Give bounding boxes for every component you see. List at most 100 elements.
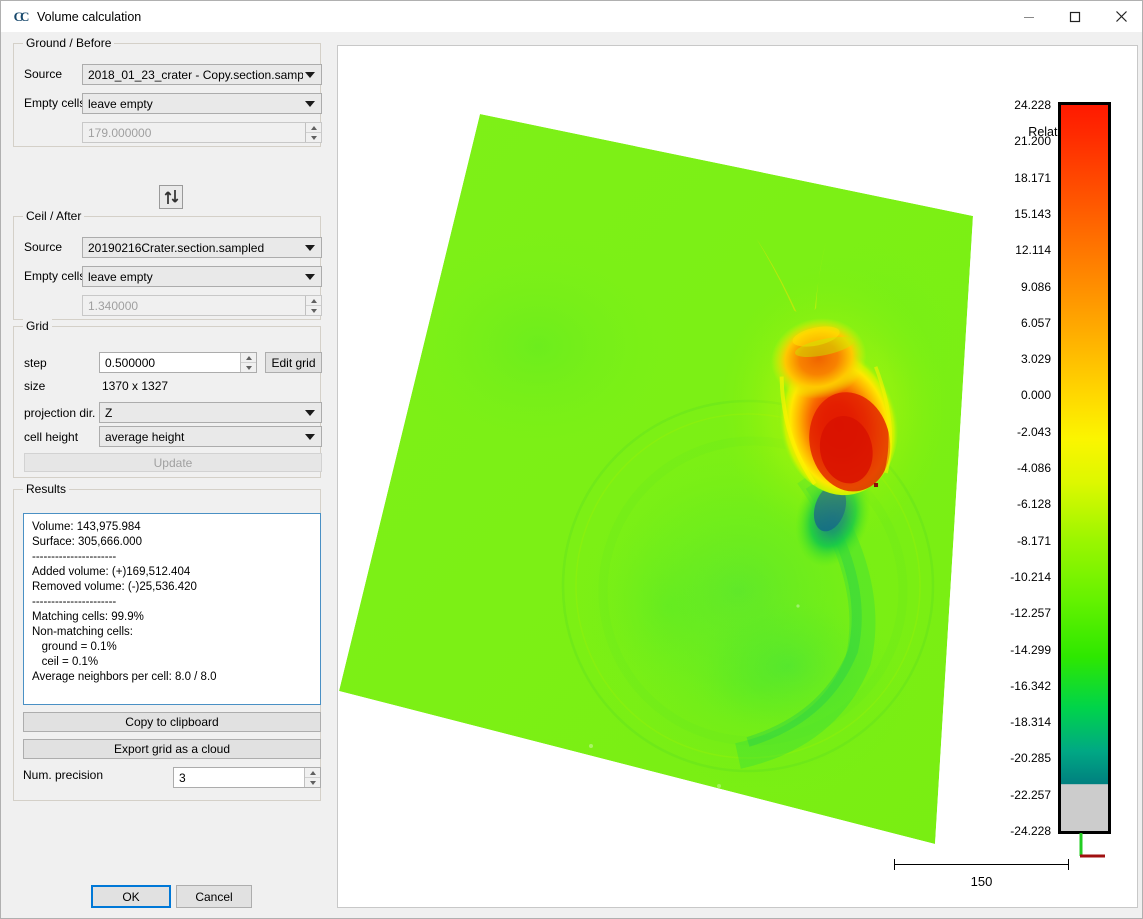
legend-tick-label: -8.171 (1016, 533, 1051, 548)
legend-tick-label: -4.086 (1016, 461, 1051, 475)
grid-cell-height-label: cell height (24, 430, 79, 444)
grid-step-label: step (24, 356, 47, 370)
spinner-down-button[interactable] (241, 363, 256, 372)
maximize-button[interactable] (1052, 1, 1098, 32)
legend-tick-label: 15.143 (1014, 206, 1051, 221)
triangle-up-icon (245, 355, 252, 360)
legend-tick-label: -12.257 (1010, 606, 1051, 621)
spinner-down-button[interactable] (306, 306, 321, 315)
edit-grid-button[interactable]: Edit grid (265, 352, 322, 373)
cloudcompare-icon: CC (13, 8, 30, 24)
grid-step-spinbox[interactable]: 0.500000 (99, 352, 257, 373)
title-bar: CC Volume calculation (1, 1, 1142, 32)
triangle-up-icon (309, 770, 316, 775)
chevron-down-icon (305, 433, 315, 440)
ground-before-title: Ground / Before (23, 36, 115, 50)
num-precision-spinbox[interactable]: 3 (173, 767, 321, 788)
grid-cell-height-value: average height (105, 429, 185, 444)
legend-tick-label: -22.257 (1010, 787, 1051, 802)
ground-before-group: Ground / Before Source 2018_01_23_crater… (13, 36, 322, 147)
legend-tick-label: 0.000 (1020, 388, 1051, 403)
ground-fill-value: 179.000000 (88, 125, 152, 140)
ceil-empty-cells-label: Empty cells (24, 269, 86, 283)
copy-to-clipboard-button[interactable]: Copy to clipboard (23, 712, 321, 732)
ground-source-combo[interactable]: 2018_01_23_crater - Copy.section.sampled (82, 64, 322, 85)
ceil-empty-cells-combo[interactable]: leave empty (82, 266, 322, 287)
swap-arrows-icon (164, 190, 178, 204)
ceil-source-combo[interactable]: 20190216Crater.section.sampled (82, 237, 322, 258)
legend-tick-label: -10.214 (1010, 569, 1051, 584)
chevron-down-icon (305, 71, 315, 78)
legend-tick-label: -6.128 (1016, 497, 1051, 512)
legend-tick-label: -2.043 (1016, 424, 1051, 439)
legend-tick-label: -18.314 (1010, 715, 1051, 730)
grid-title: Grid (23, 319, 52, 333)
spinner-buttons[interactable] (305, 296, 321, 315)
ground-empty-cells-combo[interactable]: leave empty (82, 93, 322, 114)
close-button[interactable] (1098, 1, 1142, 32)
triangle-down-icon (310, 308, 317, 313)
triangle-up-icon (310, 125, 317, 130)
3d-viewer[interactable]: Relative height 150 24.22821.20018.17115… (337, 45, 1138, 908)
update-button[interactable]: Update (24, 453, 322, 472)
grid-group: Grid step 0.500000 Edit grid size 1370 x… (13, 319, 322, 478)
legend-tick-label: -16.342 (1010, 678, 1051, 693)
cancel-button[interactable]: Cancel (176, 885, 252, 908)
ok-button[interactable]: OK (91, 885, 171, 908)
grid-cell-height-combo[interactable]: average height (99, 426, 322, 447)
ground-fill-value-spinbox[interactable]: 179.000000 (82, 122, 322, 143)
legend-tick-label: 12.114 (1015, 243, 1051, 258)
results-text: Volume: 143,975.984 Surface: 305,666.000… (32, 521, 217, 683)
window-title: Volume calculation (37, 9, 142, 24)
spinner-buttons[interactable] (304, 768, 320, 787)
grid-projection-value: Z (105, 405, 113, 420)
chevron-down-icon (305, 409, 315, 416)
triangle-down-icon (309, 780, 316, 785)
grid-projection-label: projection dir. (24, 406, 96, 420)
grid-step-value: 0.500000 (105, 355, 156, 370)
ceil-after-title: Ceil / After (23, 209, 85, 223)
chevron-down-icon (305, 100, 315, 107)
spinner-buttons[interactable] (240, 353, 256, 372)
ceil-source-value: 20190216Crater.section.sampled (88, 240, 265, 255)
ground-source-value: 2018_01_23_crater - Copy.section.sampled (88, 67, 303, 82)
grid-size-label: size (24, 379, 46, 393)
triangle-up-icon (310, 298, 317, 303)
num-precision-value: 3 (179, 770, 186, 785)
swap-ground-ceil-button[interactable] (159, 185, 183, 209)
legend-tick-label: 6.057 (1020, 315, 1051, 330)
num-precision-label: Num. precision (23, 768, 104, 782)
triangle-down-icon (245, 365, 252, 370)
results-textarea[interactable]: Volume: 143,975.984 Surface: 305,666.000… (23, 513, 321, 705)
spinner-up-button[interactable] (306, 296, 321, 306)
legend-tick-label: 9.086 (1020, 279, 1051, 294)
spinner-down-button[interactable] (305, 778, 320, 787)
axis-gizmo-icon (1079, 833, 1105, 858)
legend-tick-label: -24.228 (1010, 824, 1051, 838)
legend-tick-label: 18.171 (1014, 170, 1051, 185)
color-scale-legend (1058, 102, 1111, 834)
grid-size-value: 1370 x 1327 (102, 379, 169, 393)
chevron-down-icon (305, 273, 315, 280)
ground-empty-cells-value: leave empty (88, 96, 153, 111)
minimize-button[interactable] (1006, 1, 1052, 32)
spinner-up-button[interactable] (241, 353, 256, 363)
grid-projection-combo[interactable]: Z (99, 402, 322, 423)
settings-panel: Ground / Before Source 2018_01_23_crater… (1, 32, 332, 918)
ceil-source-label: Source (24, 240, 63, 254)
legend-tick-label: -20.285 (1010, 751, 1051, 766)
scale-bar-label: 150 (970, 874, 993, 889)
spinner-up-button[interactable] (306, 123, 321, 133)
spinner-down-button[interactable] (306, 133, 321, 142)
spinner-up-button[interactable] (305, 768, 320, 778)
spinner-buttons[interactable] (305, 123, 321, 142)
chevron-down-icon (305, 244, 315, 251)
triangle-down-icon (310, 135, 317, 140)
ceil-fill-value-spinbox[interactable]: 1.340000 (82, 295, 322, 316)
ceil-empty-cells-value: leave empty (88, 269, 153, 284)
legend-tick-label: 21.200 (1014, 134, 1051, 149)
legend-tick-label: -14.299 (1010, 642, 1051, 657)
results-title: Results (23, 482, 70, 496)
volume-calculation-window: CC Volume calculation Ground / Before So… (0, 0, 1143, 919)
export-grid-as-cloud-button[interactable]: Export grid as a cloud (23, 739, 321, 759)
